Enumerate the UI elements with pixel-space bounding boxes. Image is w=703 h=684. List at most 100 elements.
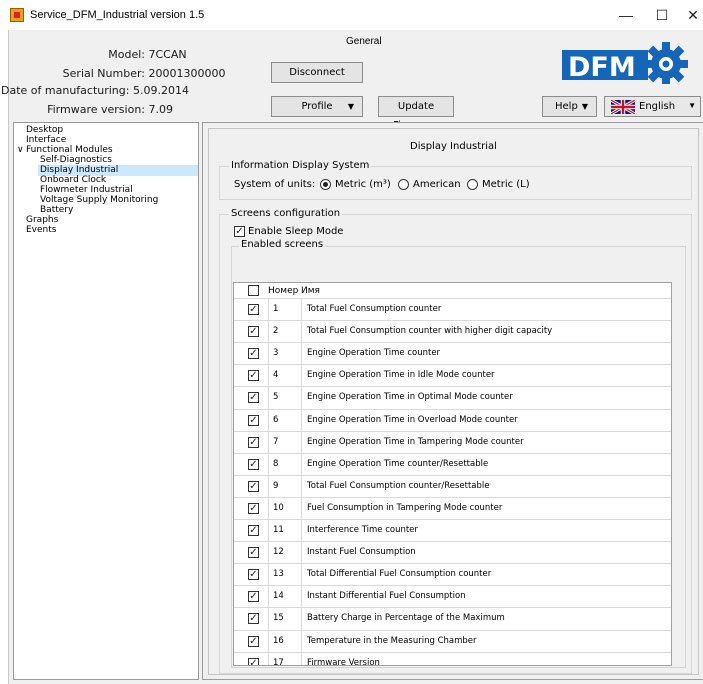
info-display-group-label: Information Display System [229,160,372,171]
table-row[interactable]: ✓ 12 Instant Fuel Consumption [234,541,671,565]
radio-metric-m3[interactable] [320,179,331,190]
tree-item-events[interactable]: Events [24,225,58,236]
table-row[interactable]: ✓ 2 Total Fuel Consumption counter with hi… [234,320,671,344]
row-checkbox[interactable]: ✓ [248,613,259,625]
profile-label: Profile [301,101,333,112]
screens-grid[interactable]: Номер Имя ✓ 1 Total Fuel Consumption count… [233,282,672,666]
table-row[interactable]: ✓ 7 Engine Operation Time in Tampering Mod… [234,430,671,454]
row-checkbox[interactable]: ✓ [248,569,259,581]
navigation-tree[interactable]: Desktop Interface ∨ Functional Modules S… [13,122,199,680]
radio-metric-l[interactable] [467,179,478,190]
window-title: Service_DFM_Industrial version 1.5 [30,9,205,21]
screen-name: Battery Charge in Percentage of the Maxi… [307,613,505,624]
grid-header: Номер Имя [234,283,671,298]
screen-number: 3 [268,343,302,366]
language-select[interactable]: English ▼ [604,96,701,117]
update-firmware-button[interactable]: Update Firmware [378,96,454,131]
app-icon [10,8,24,22]
row-checkbox[interactable]: ✓ [248,635,259,647]
screen-name: Fuel Consumption in Tampering Mode count… [307,502,503,513]
row-checkbox[interactable]: ✓ [248,304,259,315]
row-checkbox[interactable]: ✓ [248,480,259,492]
expand-icon[interactable]: ∨ [17,144,24,155]
sleep-mode-checkbox[interactable]: ✓ [234,226,245,237]
chevron-down-icon: ▼ [347,102,354,111]
date-value: 5.09.2014 [132,84,189,97]
row-checkbox[interactable]: ✓ [248,657,259,665]
row-checkbox[interactable]: ✓ [248,414,259,426]
main-window: General Model: 7CCAN Serial Number: 2000… [1,30,703,684]
table-row[interactable]: ✓ 10 Fuel Consumption in Tampering Mode co… [234,496,671,520]
table-row[interactable]: ✓ 17 Firmware Version [234,651,671,666]
date-row: Date of manufacturing: 5.09.2014 [1,84,189,97]
table-row[interactable]: ✓ 14 Instant Differential Fuel Consumption [234,585,671,609]
serial-row: Serial Number: 20001300000 [9,67,226,80]
table-row[interactable]: ✓ 13 Total Differential Fuel Consumption c… [234,563,671,587]
close-button[interactable]: ✕ [682,4,703,26]
content-panel: Display Industrial Information Display S… [202,122,703,680]
units-label: System of units: [234,179,316,190]
row-checkbox[interactable]: ✓ [248,547,259,559]
uk-flag-icon [611,100,635,114]
title-bar: Service_DFM_Industrial version 1.5 — ☐ ✕ [0,0,703,30]
screen-number: 11 [268,520,302,542]
model-row: Model: 7CCAN [9,48,186,61]
screens-config-group-label: Screens configuration [229,208,343,219]
chevron-down-icon: ▼ [581,102,588,111]
disconnect-button[interactable]: Disconnect [271,62,363,83]
screen-name: Firmware Version [307,657,380,666]
language-value: English [639,101,676,112]
dfm-logo: DFM [562,40,692,86]
general-group-label: General [346,36,382,47]
minimize-button[interactable]: — [612,4,640,26]
screen-number: 7 [268,431,302,454]
table-row[interactable]: ✓ 11 Interference Time counter [234,519,671,542]
screen-name: Total Fuel Consumption counter [307,304,442,314]
select-all-checkbox[interactable] [248,285,259,296]
screen-number: 17 [268,652,302,665]
screen-number: 16 [268,630,302,653]
table-row[interactable]: ✓ 9 Total Fuel Consumption counter/Resetta… [234,474,671,498]
table-row[interactable]: ✓ 8 Engine Operation Time counter/Resettab… [234,452,671,476]
row-checkbox[interactable]: ✓ [248,370,259,382]
date-label: Date of manufacturing: [1,84,130,97]
help-button[interactable]: Help ▼ [542,96,597,117]
table-row[interactable]: ✓ 6 Engine Operation Time in Overload Mode… [234,408,671,432]
maximize-button[interactable]: ☐ [648,4,676,26]
row-checkbox[interactable]: ✓ [248,458,259,470]
table-row[interactable]: ✓ 3 Engine Operation Time counter [234,342,671,366]
screen-number: 15 [268,608,302,631]
column-name-header[interactable]: Имя [301,286,320,296]
radio-american-label[interactable]: American [413,179,461,190]
screen-number: 12 [268,542,302,565]
table-row[interactable]: ✓ 15 Battery Charge in Percentage of the M… [234,607,671,631]
radio-american[interactable] [398,179,409,190]
row-checkbox[interactable]: ✓ [248,591,259,603]
help-label: Help [555,101,578,112]
table-row[interactable]: ✓ 5 Engine Operation Time in Optimal Mode … [234,386,671,410]
radio-metric-l-label[interactable]: Metric (L) [482,179,530,190]
enabled-screens-group-label: Enabled screens [239,239,326,250]
row-checkbox[interactable]: ✓ [248,525,259,536]
row-checkbox[interactable]: ✓ [248,392,259,404]
svg-text:DFM: DFM [568,52,636,83]
radio-metric-m3-label[interactable]: Metric (m³) [335,179,391,190]
screen-number: 10 [268,497,302,520]
table-row[interactable]: ✓ 16 Temperature in the Measuring Chamber [234,629,671,653]
firmware-row: Firmware version: 7.09 [9,103,173,116]
screen-number: 1 [268,299,302,321]
column-number-header[interactable]: Номер [268,286,298,296]
row-checkbox[interactable]: ✓ [248,348,259,360]
row-checkbox[interactable]: ✓ [248,502,259,514]
screen-number: 5 [268,387,302,410]
serial-label: Serial Number: [62,67,145,80]
profile-button[interactable]: Profile ▼ [271,96,363,117]
serial-value: 20001300000 [148,67,226,80]
sleep-mode-label[interactable]: Enable Sleep Mode [248,226,343,237]
table-row[interactable]: ✓ 4 Engine Operation Time in Idle Mode cou… [234,364,671,388]
row-checkbox[interactable]: ✓ [248,436,259,448]
firmware-value: 7.09 [148,103,174,116]
table-row[interactable]: ✓ 1 Total Fuel Consumption counter [234,298,671,321]
screen-number: 9 [268,475,302,498]
row-checkbox[interactable]: ✓ [248,326,259,338]
